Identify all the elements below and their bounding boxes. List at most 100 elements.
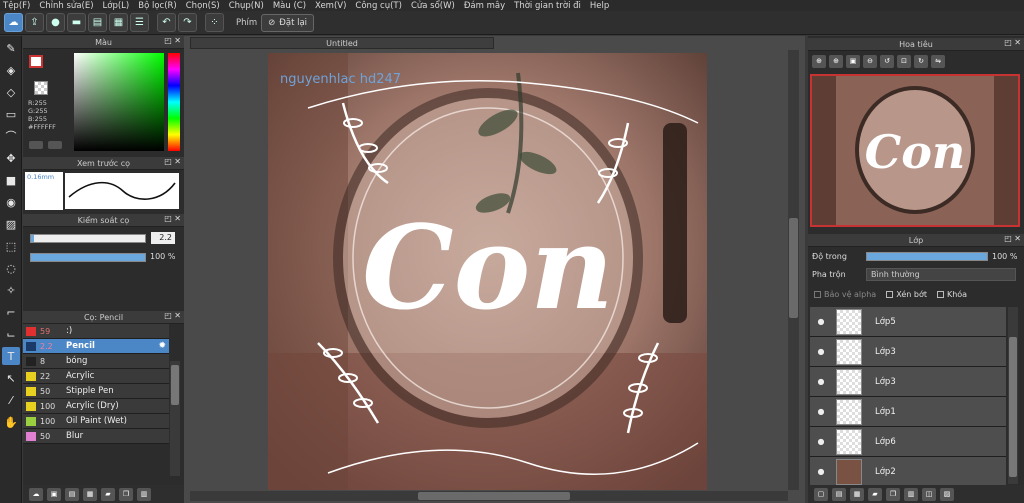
clear-layer-icon[interactable]: ◫ <box>922 487 936 501</box>
menu-file[interactable]: Tệp(F) <box>3 1 30 11</box>
protect-alpha-checkbox[interactable]: Bảo vệ alpha <box>814 290 876 302</box>
menu-window[interactable]: Cửa sổ(W) <box>411 1 455 11</box>
undo-icon[interactable]: ↶ <box>157 13 176 32</box>
panel-controls-icon[interactable]: ◰ ✕ <box>164 157 181 166</box>
canvas-vertical-scrollbar[interactable] <box>788 50 799 490</box>
brush-item-oil-paint[interactable]: 100 Oil Paint (Wet) <box>23 414 169 429</box>
select-rect-icon[interactable]: ⬚ <box>2 237 20 255</box>
rotate-right-icon[interactable]: ↻ <box>914 54 928 68</box>
background-swatch[interactable] <box>34 81 48 95</box>
lock-box[interactable] <box>936 291 944 298</box>
layer-row[interactable]: ● Lớp2 <box>810 457 1006 487</box>
select-pen-icon[interactable]: ⌐ <box>2 303 20 321</box>
menu-tools[interactable]: Công cụ(T) <box>355 1 402 11</box>
layer-row[interactable]: ● Lớp1 <box>810 397 1006 427</box>
layer-scroll-thumb[interactable] <box>1009 337 1017 477</box>
lock-checkbox[interactable]: Khóa <box>936 290 967 302</box>
gear-icon[interactable]: ✹ <box>158 341 166 351</box>
menu-help[interactable]: Help <box>590 1 609 11</box>
menu-cloud[interactable]: Đám mây <box>464 1 505 11</box>
comment-icon[interactable]: ▬ <box>67 13 86 32</box>
operation-tool-icon[interactable]: ↖ <box>2 369 20 387</box>
layer-opacity-slider[interactable] <box>866 252 988 261</box>
swap-button[interactable] <box>48 141 62 149</box>
text-tool-icon[interactable]: T <box>2 347 20 365</box>
brush-item-stipple-pen[interactable]: 50 Stipple Pen <box>23 384 169 399</box>
brush-size-slider[interactable] <box>30 234 146 243</box>
clipping-box[interactable] <box>886 291 894 298</box>
menu-select[interactable]: Chọn(S) <box>186 1 220 11</box>
visibility-icon[interactable]: ● <box>810 407 832 416</box>
clipping-checkbox[interactable]: Xén bớt <box>886 290 927 302</box>
blend-mode-select[interactable]: Bình thường <box>866 268 1016 281</box>
new-layer-icon[interactable]: ▢ <box>814 487 828 501</box>
zoom-fit-icon[interactable]: ⊕ <box>812 54 826 68</box>
copy-brush-icon[interactable]: ▤ <box>65 487 79 501</box>
zoom-in-icon[interactable]: ⊕ <box>829 54 843 68</box>
menu-layer[interactable]: Lớp(L) <box>103 1 130 11</box>
select-eraser-icon[interactable]: ⌙ <box>2 325 20 343</box>
add-brush-icon[interactable]: ▣ <box>47 487 61 501</box>
cloud-icon[interactable]: ☁ <box>4 13 23 32</box>
chat-icon[interactable]: ● <box>46 13 65 32</box>
stroke-tool-icon[interactable]: ⌒ <box>2 127 20 145</box>
eyedropper-tool-icon[interactable]: ⁄ <box>2 391 20 409</box>
fit-window-icon[interactable]: ▣ <box>846 54 860 68</box>
brush-size-value[interactable]: 2.2 <box>151 232 175 244</box>
export-icon[interactable]: ⇪ <box>25 13 44 32</box>
list-icon[interactable]: ☰ <box>130 13 149 32</box>
zoom-out-icon[interactable]: ⊖ <box>863 54 877 68</box>
lasso-tool-icon[interactable]: ◌ <box>2 259 20 277</box>
document-tab[interactable]: Untitled <box>190 37 494 49</box>
foreground-swatch[interactable] <box>29 55 43 68</box>
cloud-brush-icon[interactable]: ☁ <box>29 487 43 501</box>
menu-edit[interactable]: Chỉnh sửa(E) <box>39 1 93 11</box>
panel-controls-icon[interactable]: ◰ ✕ <box>164 214 181 223</box>
brush-item-bong[interactable]: 8 bóng <box>23 354 169 369</box>
folder-icon[interactable]: ▰ <box>868 487 882 501</box>
rotate-left-icon[interactable]: ↺ <box>880 54 894 68</box>
trash-icon[interactable]: ▥ <box>137 487 151 501</box>
panel-controls-icon[interactable]: ◰ ✕ <box>1004 234 1021 243</box>
layer-row[interactable]: ● Lớp6 <box>810 427 1006 457</box>
brush-opacity-slider[interactable] <box>30 253 146 262</box>
menu-filter[interactable]: Bộ lọc(R) <box>138 1 177 11</box>
hand-tool-icon[interactable]: ✋ <box>2 413 20 431</box>
brush-scroll-thumb[interactable] <box>171 365 179 405</box>
fill-rect-icon[interactable]: ■ <box>2 171 20 189</box>
brush-list-scrollbar[interactable] <box>170 361 180 476</box>
visibility-icon[interactable]: ● <box>810 317 832 326</box>
flip-icon[interactable]: ⇋ <box>931 54 945 68</box>
magic-wand-icon[interactable]: ✧ <box>2 281 20 299</box>
visibility-icon[interactable]: ● <box>810 377 832 386</box>
menu-view[interactable]: Xem(V) <box>315 1 346 11</box>
merge-layer-icon[interactable]: ▥ <box>904 487 918 501</box>
horizontal-scroll-thumb[interactable] <box>418 492 570 500</box>
rect-tool-icon[interactable]: ▭ <box>2 105 20 123</box>
visibility-icon[interactable]: ● <box>810 467 832 476</box>
menu-timelapse[interactable]: Thời gian trời đi <box>514 1 581 11</box>
mode-button[interactable] <box>29 141 43 149</box>
protect-alpha-box[interactable] <box>814 291 821 298</box>
layer-menu-icon[interactable]: ▦ <box>850 487 864 501</box>
navigator-thumbnail[interactable]: Con <box>810 74 1020 227</box>
eraser-tool-icon[interactable]: ◈ <box>2 61 20 79</box>
vertical-scroll-thumb[interactable] <box>789 218 798 318</box>
brush-settings-icon[interactable]: ▦ <box>83 487 97 501</box>
panel-controls-icon[interactable]: ◰ ✕ <box>164 36 181 45</box>
brush-item-blur[interactable]: 50 Blur <box>23 429 169 444</box>
duplicate-icon[interactable]: ❐ <box>119 487 133 501</box>
trash-icon[interactable]: ▨ <box>940 487 954 501</box>
brush-item-acrylic[interactable]: 22 Acrylic <box>23 369 169 384</box>
brush-item-smile[interactable]: 59 :) <box>23 324 169 339</box>
layer-row[interactable]: ● Lớp5 <box>810 307 1006 337</box>
layer-row[interactable]: ● Lớp3 <box>810 337 1006 367</box>
menu-color[interactable]: Màu (C) <box>273 1 306 11</box>
redo-icon[interactable]: ↷ <box>178 13 197 32</box>
artwork-canvas[interactable]: nguyenhlac hd247 Con <box>268 53 707 490</box>
layer-row[interactable]: ● Lớp3 <box>810 367 1006 397</box>
folder-icon[interactable]: ▰ <box>101 487 115 501</box>
canvas-horizontal-scrollbar[interactable] <box>190 491 788 501</box>
gradient-tool-icon[interactable]: ▨ <box>2 215 20 233</box>
copy-layer-icon[interactable]: ❐ <box>886 487 900 501</box>
